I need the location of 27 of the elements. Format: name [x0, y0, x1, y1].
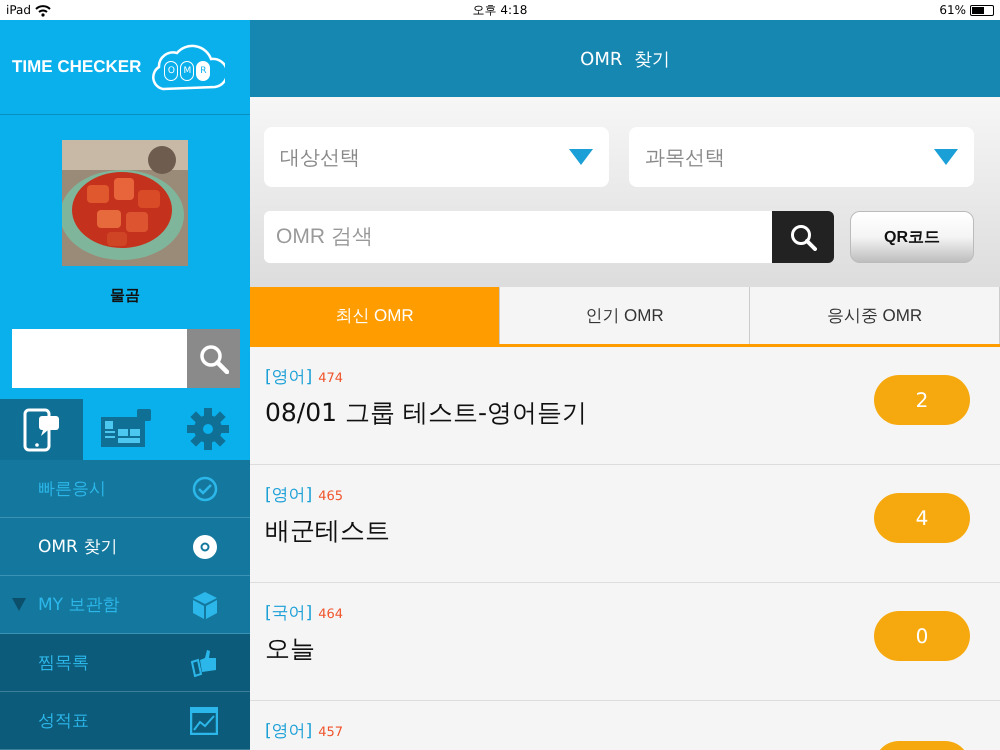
- app-logo: TIME CHECKER: [12, 57, 142, 78]
- clock: 오후 4:18: [472, 2, 528, 18]
- omr-title[interactable]: 오늘: [265, 632, 344, 665]
- item-number: 464: [318, 607, 344, 622]
- count-badge: 0: [874, 610, 970, 660]
- subject-tag: [국어]: [265, 601, 312, 624]
- qr-code-button[interactable]: QR코드: [850, 211, 974, 263]
- menu-item[interactable]: OMR 찾기: [0, 518, 250, 576]
- menu-item[interactable]: 찜목록: [0, 634, 250, 692]
- count-badge: 2: [874, 374, 970, 424]
- subject-tag: [영어]: [265, 483, 312, 506]
- battery-percent: 61%: [939, 3, 966, 17]
- subject-tag: [영어]: [265, 365, 312, 388]
- page-title: OMR 찾기: [250, 20, 1000, 97]
- search-field[interactable]: OMR 검색: [264, 211, 772, 263]
- dropdown[interactable]: 대상선택: [264, 127, 609, 187]
- device-name: iPad: [6, 3, 32, 17]
- dropdown[interactable]: 과목선택: [629, 127, 974, 187]
- item-number: 457: [318, 725, 344, 740]
- subject-tag: [영어]: [265, 719, 312, 742]
- user-name: 물곰: [110, 286, 140, 306]
- omr-title[interactable]: 08/01 그룹 테스트-영어듣기: [265, 396, 587, 429]
- item-number: 465: [318, 489, 344, 504]
- omr-title[interactable]: 배군테스트: [265, 514, 390, 547]
- item-number: 474: [318, 371, 344, 386]
- count-badge: 4: [874, 492, 970, 542]
- menu-item[interactable]: 성적표: [0, 692, 250, 750]
